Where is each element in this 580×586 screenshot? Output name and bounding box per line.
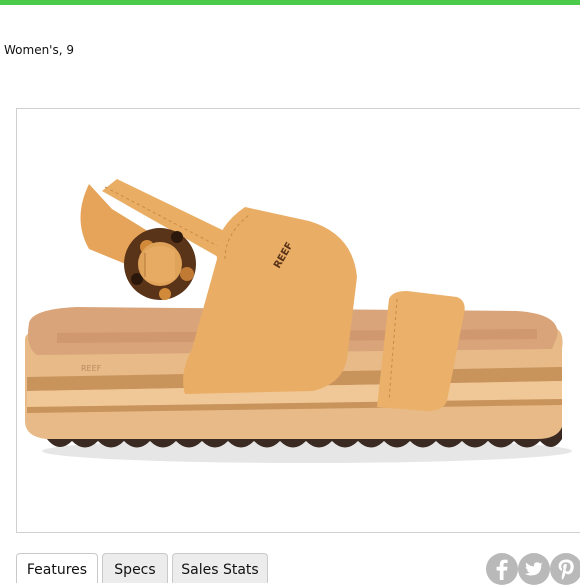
sandal-illustration: REEF REEF (25, 179, 572, 463)
midsole-brand-mark: REEF (81, 364, 102, 373)
twitter-icon[interactable] (518, 553, 550, 585)
top-accent-bar (0, 0, 580, 5)
pinterest-icon[interactable] (550, 553, 580, 585)
size-label: Women's, 9 (4, 43, 74, 57)
tab-specs[interactable]: Specs (102, 553, 168, 583)
tab-features[interactable]: Features (16, 553, 98, 583)
facebook-icon[interactable] (486, 553, 518, 585)
product-image[interactable]: REEF REEF (16, 108, 580, 533)
tab-sales-stats[interactable]: Sales Stats (172, 553, 268, 583)
